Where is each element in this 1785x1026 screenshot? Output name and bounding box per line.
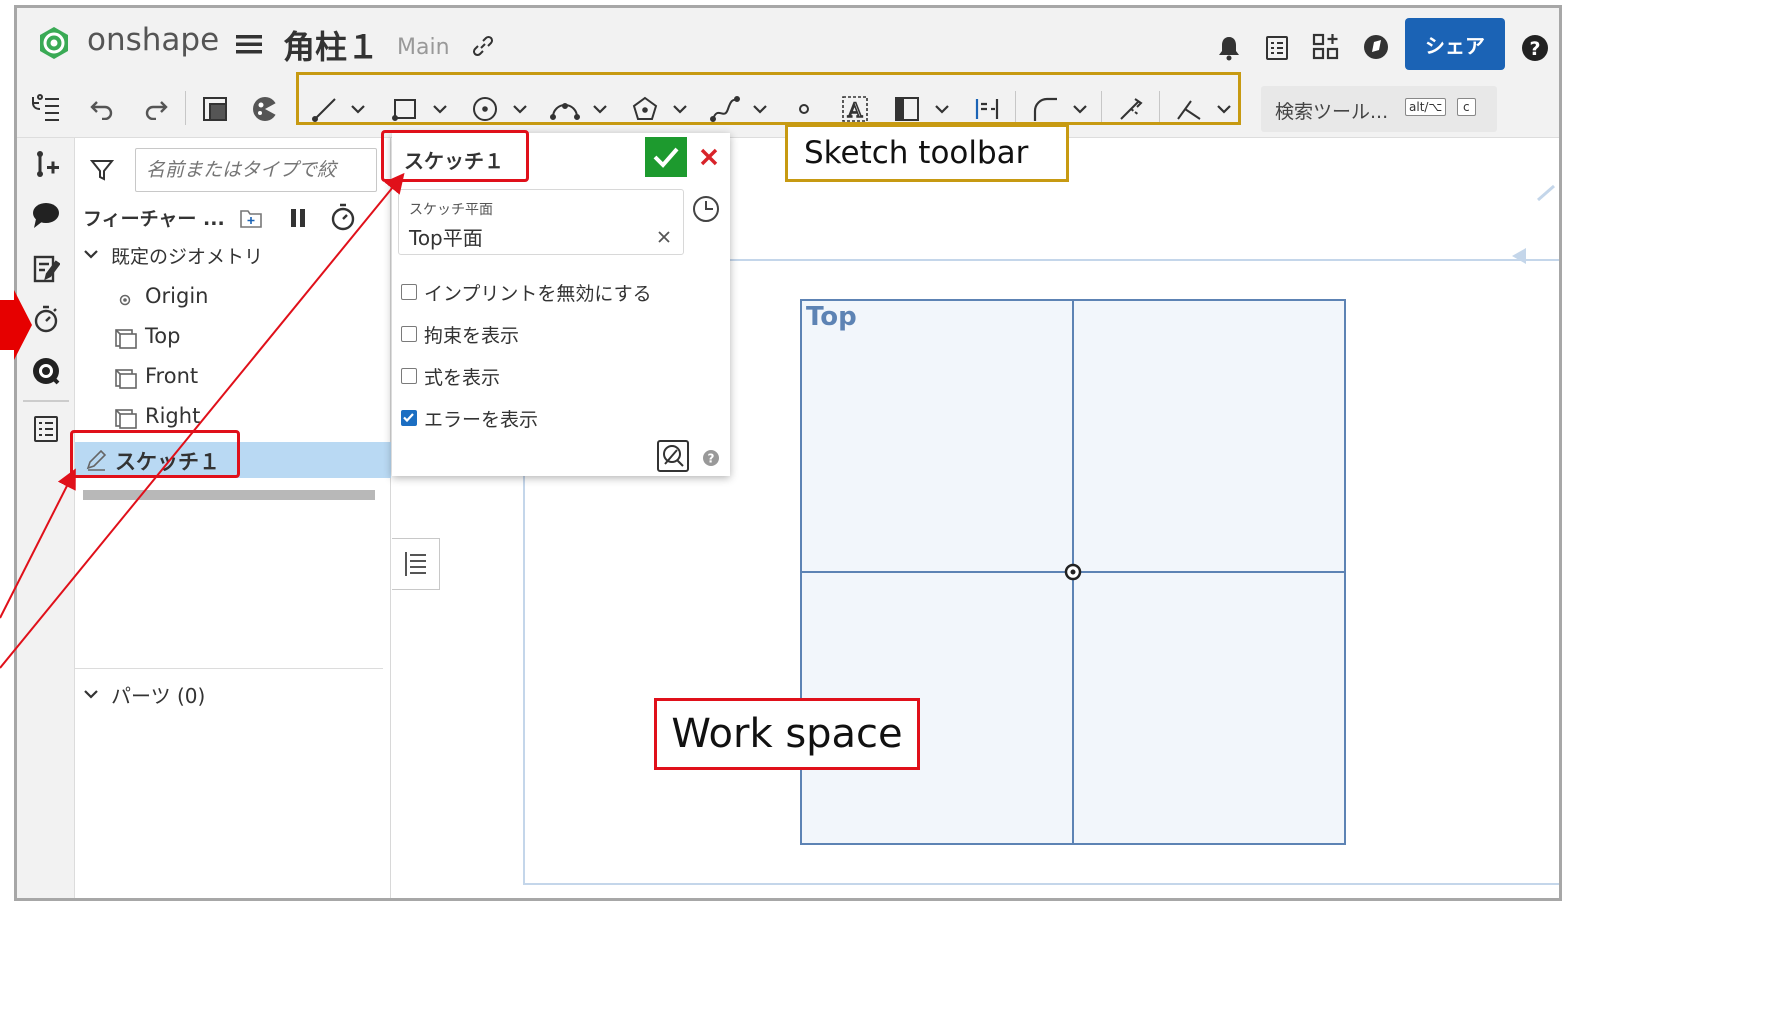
show-constraints-checkbox[interactable] [401,326,417,342]
show-errors-checkbox[interactable] [401,410,417,426]
insert-feature-icon[interactable] [27,144,65,182]
search-tools-label: 検索ツール... [1275,101,1389,123]
sketch-inspect-icon[interactable] [656,439,690,473]
plane-icon [113,406,139,432]
tree-item-front[interactable]: Front [145,364,198,388]
sketch-toolbar-callout: Sketch toolbar [785,124,1069,182]
svg-text:?: ? [1529,38,1540,60]
help-icon[interactable]: ? [1519,32,1551,64]
show-constraints-label[interactable]: 拘束を表示 [424,321,519,348]
shortcut-key-badge: alt/⌥ [1405,98,1447,116]
show-errors-label[interactable]: エラーを表示 [424,405,538,432]
chevron-down-icon[interactable] [79,242,103,266]
sketch-plane-caption: スケッチ平面 [409,202,493,218]
left-bar-divider [23,400,69,402]
search-tools-button[interactable]: 検索ツール... alt/⌥ c [1261,86,1497,132]
feature-filter-input[interactable] [135,148,377,192]
feature-list-toggle-icon[interactable] [25,90,65,126]
pause-icon[interactable] [283,202,313,234]
work-space-callout-text: Work space [671,711,903,757]
toolbar-separator [185,91,186,125]
tree-item-origin[interactable]: Origin [145,284,208,308]
view-cube-corner-icon [1537,184,1555,202]
app-store-icon[interactable] [1309,30,1343,64]
comment-icon[interactable] [27,196,65,234]
chevron-down-icon[interactable] [79,682,103,706]
tree-item-top[interactable]: Top [145,324,180,348]
checkmark-icon [403,413,414,423]
notes-icon[interactable] [27,250,65,288]
plane-label: Top [806,302,857,332]
add-folder-icon[interactable] [235,202,267,234]
part-studio-feature-icon[interactable] [197,91,233,127]
close-icon [700,148,718,166]
disable-imprint-checkbox[interactable] [401,284,417,300]
dialog-title-highlight [381,130,529,182]
shortcut-key-badge: c [1457,98,1476,116]
top-bar: onshape 角柱１ Main シェア ? [17,8,1559,78]
work-space-callout: Work space [654,698,920,770]
document-list-icon[interactable] [1261,32,1293,64]
parts-section-label[interactable]: パーツ (0) [111,680,205,709]
cancel-button[interactable] [694,141,724,173]
link-icon[interactable] [469,32,497,60]
sketch-item-highlight [70,430,240,478]
learning-center-icon[interactable] [1359,30,1393,64]
left-icon-bar [17,138,75,898]
parts-divider [75,668,383,669]
clear-plane-icon[interactable] [653,226,675,248]
notification-bell-icon[interactable] [1213,32,1245,64]
document-title[interactable]: 角柱１ [283,22,379,68]
undo-icon[interactable] [85,92,119,126]
checkmark-icon [653,147,679,168]
bill-of-materials-icon[interactable] [27,410,65,448]
svg-text:?: ? [708,452,715,466]
rollback-bar[interactable] [83,490,375,500]
onshape-logo-icon[interactable] [35,24,73,62]
disable-imprint-label[interactable]: インプリントを無効にする [424,279,652,306]
filter-icon[interactable] [87,154,117,186]
default-geometry-label[interactable]: 既定のジオメトリ [111,242,263,269]
show-expressions-label[interactable]: 式を表示 [424,363,500,390]
share-button[interactable]: シェア [1405,18,1505,70]
render-studio-icon[interactable] [247,91,283,127]
sketch-toolbar-highlight [296,72,1241,125]
brand-name: onshape [87,22,220,58]
feature-list-panel: フィーチャー ... 既定のジオメトリ Origin Top Front Rig [75,138,391,898]
tree-item-right[interactable]: Right [145,404,200,428]
rollback-timer-icon[interactable] [327,200,359,234]
show-expressions-checkbox[interactable] [401,368,417,384]
origin-point-icon [115,288,135,312]
hamburger-menu-icon[interactable] [235,30,263,58]
history-clock-icon[interactable] [690,193,722,225]
sketch-toolbar-callout-text: Sketch toolbar [804,135,1029,171]
redo-icon[interactable] [139,92,173,126]
features-header-label: フィーチャー ... [83,208,225,230]
sketch-feature-dialog: スケッチ１ スケッチ平面 Top平面 インプリントを無効にする 拘束を表示 式を… [392,133,730,476]
help-icon[interactable]: ? [700,447,722,469]
timer-icon[interactable] [27,300,65,338]
plane-icon [113,326,139,352]
confirm-button[interactable] [645,137,687,177]
view-cube-arrow-icon [1512,248,1526,264]
branch-label[interactable]: Main [397,35,450,60]
appearance-icon[interactable] [27,352,65,390]
share-button-label: シェア [1425,33,1485,58]
viewport-list-button[interactable] [392,538,440,590]
sketch-plane-field[interactable]: スケッチ平面 Top平面 [398,189,684,255]
sketch-plane-value: Top平面 [409,226,483,250]
plane-icon [113,366,139,392]
